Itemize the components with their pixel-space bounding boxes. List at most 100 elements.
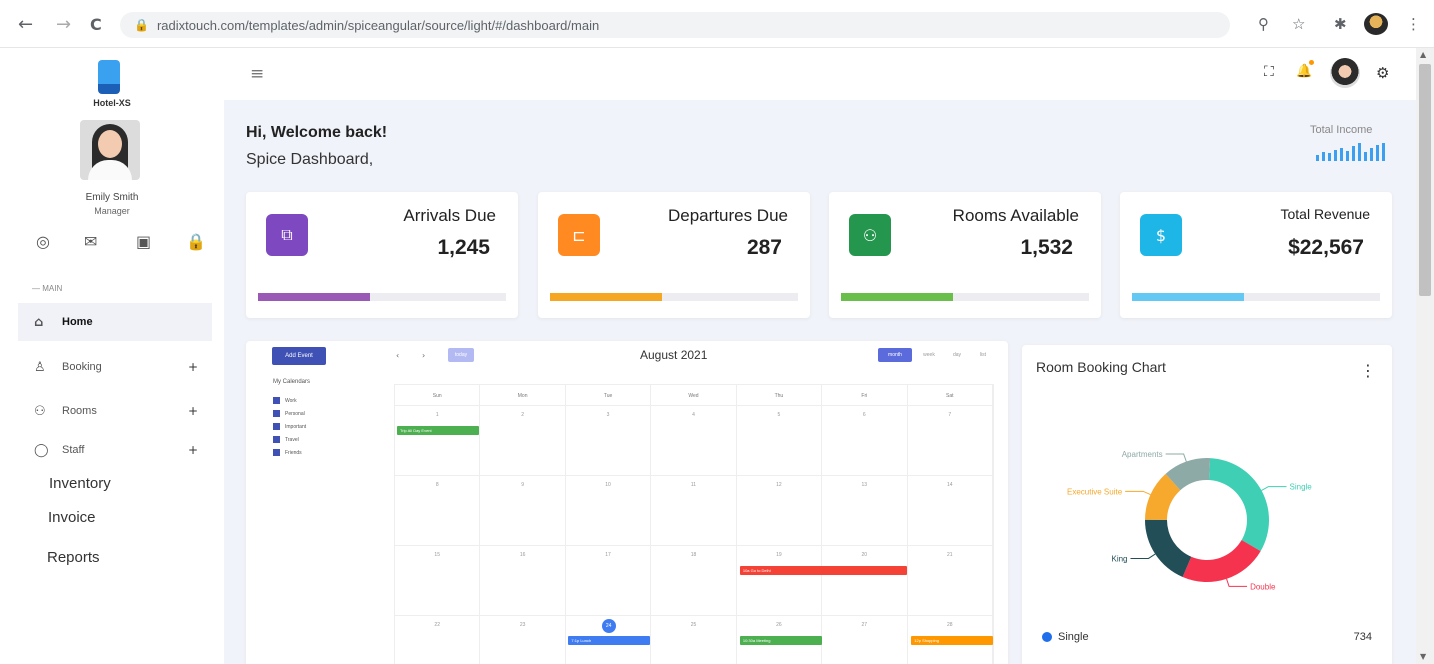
reload-icon[interactable]: C: [90, 15, 102, 34]
month-view-button[interactable]: month: [878, 348, 912, 362]
calendar-event[interactable]: Trip All Day Event: [397, 426, 479, 435]
week-view-button[interactable]: week: [916, 348, 942, 362]
day-view-button[interactable]: day: [946, 348, 968, 362]
calendar-checkbox[interactable]: Travel: [273, 436, 299, 443]
scroll-thumb[interactable]: [1419, 64, 1431, 296]
calendar-event[interactable]: 10:30a Meeting: [739, 636, 822, 645]
calendar-day-cell[interactable]: 3: [566, 406, 652, 475]
calendar-event[interactable]: 7:1p Lunch: [568, 636, 651, 645]
sidebar-item-inventory[interactable]: Inventory: [49, 475, 111, 492]
expand-icon[interactable]: +: [188, 443, 198, 457]
next-month-button[interactable]: ›: [422, 351, 425, 360]
calendar-checkbox[interactable]: Work: [273, 397, 297, 404]
mail-icon[interactable]: ✉: [84, 232, 97, 251]
calendar-checkbox[interactable]: Important: [273, 423, 306, 430]
progress-fill: [841, 293, 953, 301]
slice-label: Double: [1250, 582, 1276, 591]
stat-label: Rooms Available: [952, 206, 1079, 225]
calendar-checkbox[interactable]: Friends: [273, 449, 302, 456]
chart-menu-icon[interactable]: ⋮: [1360, 361, 1376, 380]
expand-icon[interactable]: +: [188, 404, 198, 418]
sidebar-item-home[interactable]: ⌂ Home: [18, 303, 212, 341]
calendar-event[interactable]: 12p Shopping: [911, 636, 993, 645]
calendar-day-cell[interactable]: 11: [651, 476, 737, 545]
sidebar-item-reports[interactable]: Reports: [47, 549, 100, 566]
stat-value: 287: [746, 236, 782, 259]
calendar-day-cell[interactable]: 18: [651, 546, 737, 615]
bed-icon: ⊏: [558, 214, 600, 256]
extensions-icon[interactable]: ✱: [1334, 15, 1347, 33]
today-button[interactable]: today: [448, 348, 474, 362]
calendar-day-cell[interactable]: 20: [822, 546, 908, 615]
scroll-down-icon[interactable]: ▼: [1420, 652, 1426, 661]
zoom-icon[interactable]: ⚲: [1258, 15, 1269, 33]
forward-icon[interactable]: →: [56, 14, 71, 35]
address-bar[interactable]: 🔒 radixtouch.com/templates/admin/spicean…: [120, 12, 1230, 38]
header-avatar[interactable]: [1330, 58, 1360, 88]
calendar-day-cell[interactable]: 19: [737, 546, 823, 615]
lock-icon[interactable]: 🔒: [186, 232, 206, 251]
donut-chart: Single Double King Executive Suite Apartment…: [1067, 450, 1312, 591]
donut-slice[interactable]: [1182, 540, 1261, 582]
calendar-day-cell[interactable]: 7: [908, 406, 993, 475]
calendar-day-cell[interactable]: 4: [651, 406, 737, 475]
calendar-day-cell[interactable]: 5: [737, 406, 823, 475]
sidebar-item-staff[interactable]: ◯ Staff +: [18, 431, 212, 469]
calendar-day-cell[interactable]: 13: [822, 476, 908, 545]
sidebar-item-invoice[interactable]: Invoice: [48, 509, 96, 526]
calendar-day-cell[interactable]: 14: [908, 476, 993, 545]
scroll-up-icon[interactable]: ▲: [1420, 50, 1426, 59]
bookmark-star-icon[interactable]: ☆: [1292, 15, 1305, 33]
person-icon: ♙: [34, 359, 46, 375]
sidebar-item-booking[interactable]: ♙ Booking +: [18, 348, 212, 386]
profile-icon[interactable]: ◎: [36, 232, 50, 251]
page-scrollbar[interactable]: ▲ ▼: [1416, 48, 1434, 664]
list-view-button[interactable]: list: [972, 348, 994, 362]
stat-label: Total Revenue: [1280, 206, 1370, 222]
day-number: 15: [434, 552, 440, 558]
today-date-marker[interactable]: 24: [601, 619, 616, 633]
expand-icon[interactable]: +: [188, 360, 198, 374]
slice-leader-line: [1125, 490, 1151, 496]
calendar-event[interactable]: 10a Go to Delhi: [739, 566, 908, 575]
rooms-icon: ⚇: [34, 403, 46, 419]
calendar-day-cell[interactable]: 8: [395, 476, 481, 545]
calendar-day-cell[interactable]: 10: [566, 476, 652, 545]
calendar-day-cell[interactable]: 6: [822, 406, 908, 475]
calendar-day-cell[interactable]: 1: [395, 406, 481, 475]
room-booking-chart-card: Room Booking Chart ⋮ Single Double King Exe…: [1022, 345, 1392, 664]
slice-leader-line: [1130, 553, 1156, 559]
menu-toggle-icon[interactable]: ≡: [250, 64, 264, 84]
calendar-day-cell[interactable]: 25: [651, 616, 737, 664]
calendar-day-cell[interactable]: 27: [822, 616, 908, 664]
logo-icon[interactable]: [98, 60, 120, 94]
calendar-icon[interactable]: ▣: [136, 232, 151, 251]
income-sparkline: [1316, 143, 1385, 161]
browser-menu-icon[interactable]: ⋮: [1406, 15, 1421, 33]
settings-icon[interactable]: ⚙: [1376, 64, 1389, 82]
calendar-day-cell[interactable]: 9: [480, 476, 566, 545]
add-event-button[interactable]: Add Event: [272, 347, 326, 365]
calendar-day-cell[interactable]: 23: [480, 616, 566, 664]
donut-slice[interactable]: [1145, 519, 1192, 578]
calendar-day-cell[interactable]: 21: [908, 546, 993, 615]
back-icon[interactable]: ←: [18, 14, 33, 35]
chart-title: Room Booking Chart: [1036, 359, 1166, 375]
day-number: 25: [690, 622, 697, 628]
browser-toolbar: ← → C 🔒 radixtouch.com/templates/admin/s…: [0, 0, 1434, 48]
prev-month-button[interactable]: ‹: [396, 351, 399, 360]
donut-slice[interactable]: [1208, 458, 1269, 552]
bell-icon[interactable]: 🔔: [1296, 64, 1312, 79]
calendar-day-cell[interactable]: 12: [737, 476, 823, 545]
day-number: 4: [692, 412, 695, 418]
calendar-day-cell[interactable]: 2: [480, 406, 566, 475]
calendar-day-cell[interactable]: 22: [395, 616, 481, 664]
sidebar-item-rooms[interactable]: ⚇ Rooms +: [18, 392, 212, 430]
calendar-day-cell[interactable]: 16: [480, 546, 566, 615]
calendar-checkbox[interactable]: Personal: [273, 410, 305, 417]
browser-profile-avatar[interactable]: [1364, 13, 1388, 35]
calendar-day-cell[interactable]: 15: [395, 546, 481, 615]
menu-section-header: — MAIN: [32, 284, 63, 293]
calendar-day-cell[interactable]: 17: [566, 546, 652, 615]
fullscreen-icon[interactable]: ⛶: [1264, 64, 1274, 80]
